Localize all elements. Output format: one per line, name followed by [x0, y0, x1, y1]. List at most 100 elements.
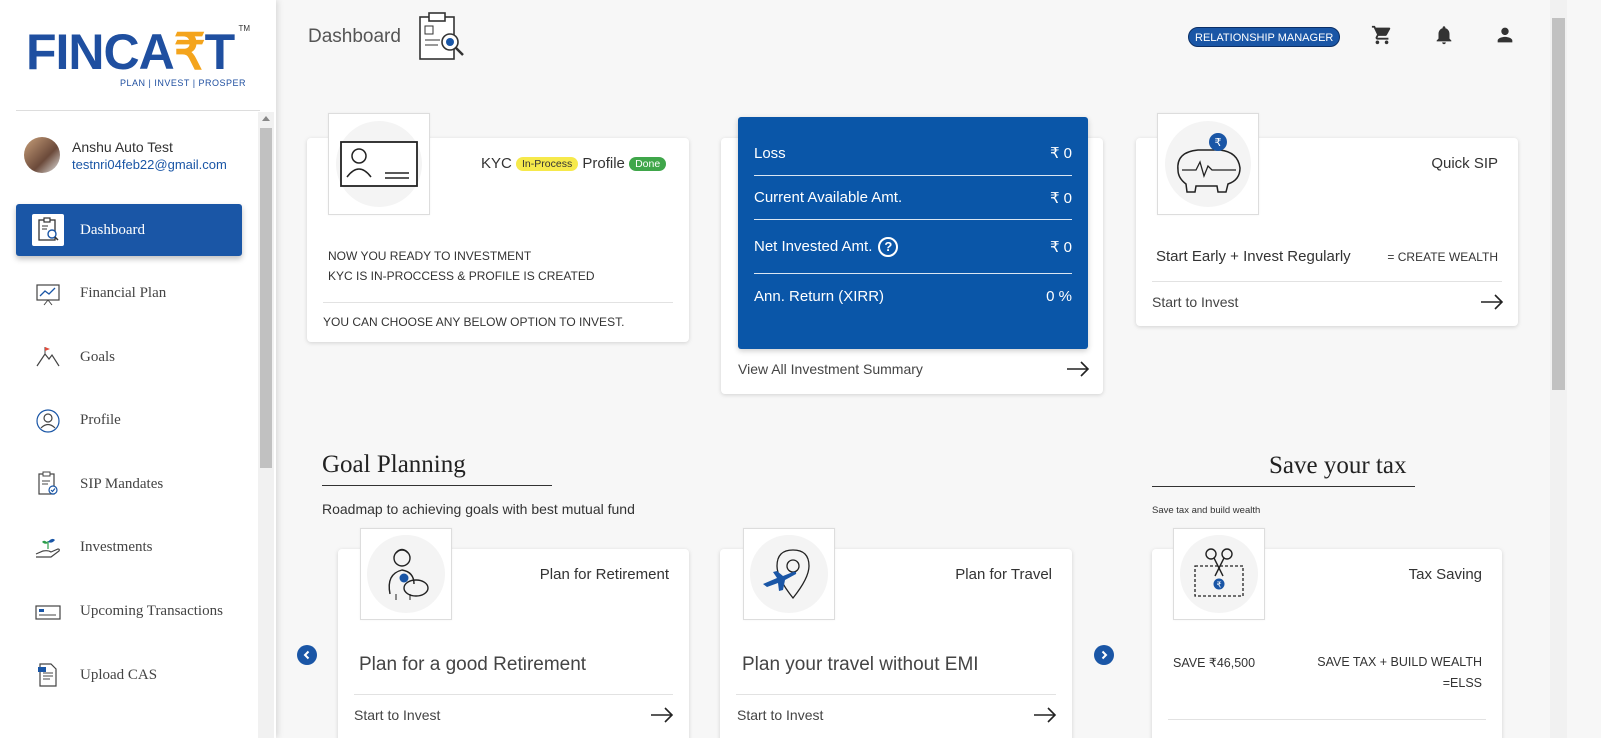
sidebar-item-upload-cas[interactable]: Upload CAS [16, 649, 242, 701]
user-circle-icon [32, 405, 64, 437]
sidebar-item-label: SIP Mandates [80, 475, 164, 492]
logo-rupee: ₹ [173, 24, 206, 80]
save-tax-underline [1152, 486, 1415, 487]
sidebar-item-label: Upload CAS [80, 666, 158, 683]
piggy-bank-thumb: ₹ [1157, 113, 1259, 215]
tax-card-title: Tax Saving [1408, 566, 1482, 583]
avatar [24, 137, 60, 173]
sidebar-item-sip-mandates[interactable]: SIP Mandates [16, 458, 242, 510]
scrollbar-thumb[interactable] [260, 128, 272, 468]
dashboard-clipboard-icon [32, 214, 64, 246]
profile-label: Profile [582, 155, 625, 172]
relationship-manager-badge[interactable]: RELATIONSHIP MANAGER [1188, 27, 1341, 47]
goal-planning-title: Goal Planning [322, 451, 466, 478]
goal-card-title: Plan for Travel [955, 566, 1052, 583]
save-tax-title: Save your tax [1269, 452, 1407, 479]
view-investment-summary-link[interactable]: View All Investment Summary [738, 361, 1090, 377]
fincart-logo[interactable]: FINCA₹T TM PLAN | INVEST | PROSPER [26, 24, 256, 94]
airplane-pin-icon [750, 535, 828, 613]
sidebar-item-label: Investments [80, 539, 153, 556]
document-upload-icon [32, 659, 64, 691]
svg-text:₹: ₹ [1215, 136, 1222, 149]
summary-value: ₹ 0 [1049, 238, 1072, 256]
logo-text-part1: FINCA [26, 24, 175, 80]
quick-sip-result: = CREATE WEALTH [1387, 250, 1498, 264]
goal-card-start-link[interactable]: Start to Invest [737, 707, 1057, 723]
start-to-invest-label: Start to Invest [1152, 294, 1239, 310]
start-to-invest-label: Start to Invest [354, 707, 441, 723]
summary-row-loss: Loss ₹ 0 [754, 117, 1072, 176]
carousel-next-button[interactable] [1094, 645, 1114, 665]
piggy-bank-icon: ₹ [1165, 121, 1251, 207]
logo-divider [16, 110, 260, 111]
summary-label: Loss [754, 144, 786, 162]
sidebar-item-label: Profile [80, 412, 121, 429]
sidebar-item-label: Financial Plan [80, 285, 167, 302]
arrow-right-icon [651, 707, 674, 723]
user-name: Anshu Auto Test [72, 138, 173, 155]
logo-wordmark: FINCA₹T [26, 24, 256, 80]
carousel-prev-button[interactable] [297, 645, 317, 665]
scrollbar-thumb[interactable] [1552, 18, 1565, 390]
sidebar-nav: Dashboard Financial Plan Goals Profile S… [16, 204, 242, 713]
scissors-banknote-icon: ₹ [1180, 535, 1258, 613]
goal-planning-subtitle: Roadmap to achieving goals with best mut… [322, 501, 635, 517]
tax-result-line-2: =ELSS [1442, 676, 1482, 690]
quick-sip-divider [1152, 281, 1502, 282]
goal-card-start-link[interactable]: Start to Invest [354, 707, 674, 723]
sidebar-item-upcoming-transactions[interactable]: Upcoming Transactions [16, 586, 242, 638]
kyc-label: KYC [481, 155, 512, 172]
goal-card-title: Plan for Retirement [539, 566, 669, 583]
goal-card-body: Plan for a good Retirement [359, 654, 587, 675]
profile-status-badge: Done [629, 157, 667, 172]
goal-card-body: Plan your travel without EMI [742, 654, 979, 675]
travel-thumb [743, 528, 835, 620]
card-icon [32, 596, 64, 628]
sidebar-item-profile[interactable]: Profile [16, 395, 242, 447]
summary-row-net-invested: Net Invested Amt.? ₹ 0 [754, 220, 1072, 274]
logo-text-part2: T [204, 24, 236, 80]
kyc-divider [323, 302, 673, 303]
id-card-thumb [328, 113, 430, 215]
quick-sip-start-link[interactable]: Start to Invest [1152, 294, 1504, 310]
logo-tagline: PLAN | INVEST | PROSPER [120, 78, 247, 88]
tax-result-line-1: SAVE TAX + BUILD WEALTH [1317, 655, 1482, 669]
summary-value: ₹ 0 [1049, 145, 1072, 162]
cart-icon[interactable] [1371, 24, 1395, 48]
account-icon[interactable] [1494, 24, 1518, 48]
user-card[interactable]: Anshu Auto Test testnri04feb22@gmail.com [24, 130, 254, 180]
kyc-line-2: KYC IS IN-PROCCESS & PROFILE IS CREATED [328, 269, 595, 283]
logo-tm: TM [238, 24, 250, 33]
elderly-piggy-icon [367, 535, 445, 613]
sidebar-item-investments[interactable]: Investments [16, 522, 242, 574]
tax-card-divider [1168, 719, 1486, 720]
user-email: testnri04feb22@gmail.com [72, 156, 227, 172]
arrow-right-icon [1067, 361, 1090, 377]
arrow-right-icon [1034, 707, 1057, 723]
bell-icon[interactable] [1433, 24, 1457, 48]
sidebar-item-label: Goals [80, 348, 115, 365]
clipboard-check-icon [32, 468, 64, 500]
summary-value: ₹ 0 [1049, 189, 1072, 207]
quick-sip-title: Quick SIP [1431, 155, 1498, 172]
scroll-up-icon[interactable] [262, 116, 270, 121]
summary-row-xirr: Ann. Return (XIRR) 0 % [754, 274, 1072, 318]
sidebar-scrollbar[interactable] [258, 112, 274, 738]
sidebar-item-goals[interactable]: Goals [16, 331, 242, 383]
sidebar-item-dashboard[interactable]: Dashboard [16, 204, 242, 256]
summary-label: Current Available Amt. [754, 189, 903, 206]
chevron-right-icon [1101, 650, 1108, 660]
svg-text:₹: ₹ [1216, 580, 1221, 589]
summary-row-available: Current Available Amt. ₹ 0 [754, 176, 1072, 220]
sidebar: FINCA₹T TM PLAN | INVEST | PROSPER Anshu… [0, 0, 276, 738]
kyc-line-1: NOW YOU READY TO INVESTMENT [328, 249, 532, 263]
summary-label: Net Invested Amt. [754, 237, 873, 255]
kyc-status-line: KYC In-Process Profile Done [481, 155, 667, 172]
quick-sip-tagline: Start Early + Invest Regularly [1156, 248, 1351, 265]
mountain-flag-icon [32, 341, 64, 373]
sidebar-item-financial-plan[interactable]: Financial Plan [16, 268, 242, 320]
summary-label-wrap: Net Invested Amt.? [754, 236, 899, 257]
help-icon[interactable]: ? [878, 236, 899, 257]
start-to-invest-label: Start to Invest [737, 707, 824, 723]
page-scrollbar[interactable] [1550, 0, 1567, 738]
